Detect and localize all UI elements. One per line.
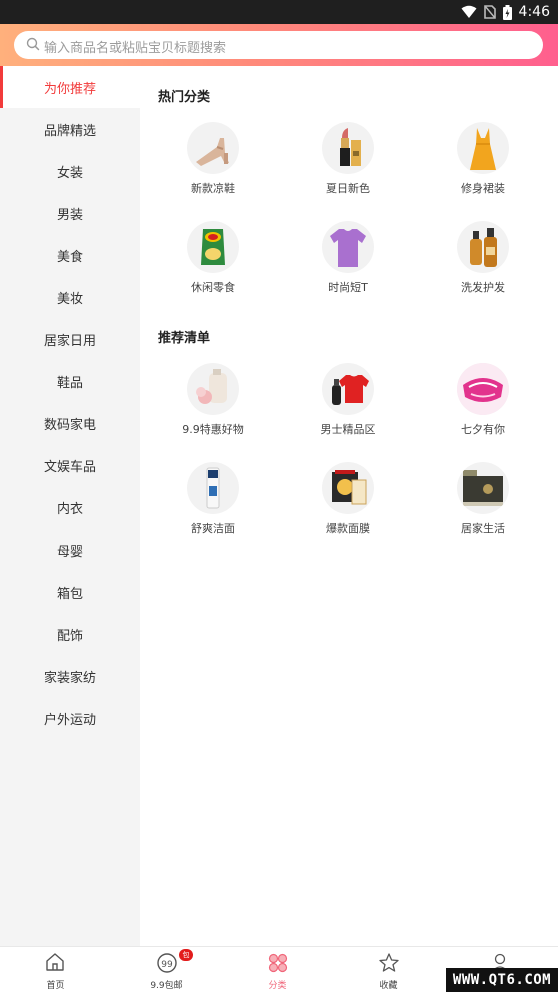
lipstick-icon xyxy=(340,128,361,166)
sidebar-item-entertainment[interactable]: 文娱车品 xyxy=(0,445,140,487)
detergent-icon xyxy=(196,369,227,404)
search-placeholder: 输入商品名或粘贴宝贝标题搜索 xyxy=(44,41,227,56)
sidebar-item-label: 鞋品 xyxy=(56,376,83,392)
category-item-label: 休闲零食 xyxy=(191,281,235,294)
sidebar-item-label: 数码家电 xyxy=(43,418,96,434)
recommend-list-title: 推荐清单 xyxy=(158,331,211,346)
recommend-item-home-living[interactable]: 居家生活 xyxy=(416,462,550,542)
sidebar-item-food[interactable]: 美食 xyxy=(0,234,140,276)
recommend-item-cleanser[interactable]: 舒爽洁面 xyxy=(146,462,280,542)
shampoo-icon xyxy=(470,228,497,267)
category-item-label: 修身裙装 xyxy=(461,182,505,195)
recommend-item-facemask[interactable]: 爆款面膜 xyxy=(281,462,415,542)
category-item-label: 夏日新色 xyxy=(326,182,370,195)
recommend-item-label: 居家生活 xyxy=(461,522,505,535)
watermark: WWW.QT6.COM xyxy=(446,968,558,992)
menswear-icon xyxy=(332,375,369,405)
sidebar-item-brands[interactable]: 品牌精选 xyxy=(0,108,140,150)
category-item-dress[interactable]: 修身裙装 xyxy=(416,122,550,202)
sidebar-item-label: 男装 xyxy=(56,207,83,223)
home-goods-icon xyxy=(463,470,503,506)
tshirt-icon xyxy=(330,229,366,267)
nav-home[interactable]: 首页 xyxy=(0,947,111,992)
category-item-shampoo[interactable]: 洗发护发 xyxy=(416,221,550,301)
sidebar-item-recommended[interactable]: 为你推荐 xyxy=(0,66,140,109)
sidebar-item-label: 文娱车品 xyxy=(43,460,96,476)
category-item-label: 新款凉鞋 xyxy=(191,182,235,195)
chips-icon xyxy=(201,229,225,265)
category-item-label: 时尚短T xyxy=(328,281,368,294)
sidebar-item-label: 内衣 xyxy=(56,502,83,518)
category-item-tshirt[interactable]: 时尚短T xyxy=(281,221,415,301)
facemask-icon xyxy=(332,470,367,505)
category-sidebar: 为你推荐 品牌精选 女装 男装 美食 美妆 居家日用 鞋品 数码家电 文娱车品 … xyxy=(0,66,140,946)
category-item-snacks[interactable]: 休闲零食 xyxy=(146,221,280,301)
sidebar-item-label: 箱包 xyxy=(56,586,83,602)
nav-category[interactable]: 分类 xyxy=(222,947,333,992)
sidebar-item-digital[interactable]: 数码家电 xyxy=(0,403,140,445)
status-bar: 4:46 xyxy=(0,0,558,24)
category-item-label: 洗发护发 xyxy=(461,281,505,294)
nav-label: 首页 xyxy=(46,981,65,991)
sidebar-item-label: 母婴 xyxy=(56,544,83,560)
sidebar-item-label: 配饰 xyxy=(56,628,83,644)
category-item-sandals[interactable]: 新款凉鞋 xyxy=(146,122,280,202)
no-sim-icon xyxy=(483,5,496,19)
sidebar-item-beauty[interactable]: 美妆 xyxy=(0,276,140,318)
recommend-item-menswear[interactable]: 男士精品区 xyxy=(281,363,415,443)
home-icon xyxy=(46,953,64,971)
sidebar-item-womens[interactable]: 女装 xyxy=(0,150,140,192)
status-icons: 4:46 xyxy=(461,0,550,24)
nav-label: 分类 xyxy=(268,981,287,991)
recommend-item-label: 七夕有你 xyxy=(461,423,505,436)
sidebar-item-underwear[interactable]: 内衣 xyxy=(0,487,140,529)
sidebar-item-label: 美妆 xyxy=(56,292,83,308)
sidebar-item-label: 品牌精选 xyxy=(43,123,96,139)
recommend-item-label: 9.9特惠好物 xyxy=(182,423,244,436)
cleanser-icon xyxy=(206,467,220,509)
sidebar-item-household[interactable]: 居家日用 xyxy=(0,319,140,361)
sidebar-item-label: 美食 xyxy=(56,249,83,265)
search-icon xyxy=(26,37,40,51)
sidebar-item-accessories[interactable]: 配饰 xyxy=(0,613,140,655)
recommend-item-bargains[interactable]: 9.9特惠好物 xyxy=(146,363,280,443)
sidebar-item-shoes[interactable]: 鞋品 xyxy=(0,361,140,403)
hot-categories-title: 热门分类 xyxy=(158,90,211,105)
sidebar-item-outdoor[interactable]: 户外运动 xyxy=(0,697,140,739)
search-header: 输入商品名或粘贴宝贝标题搜索 xyxy=(0,24,558,66)
free-shipping-icon: 99 xyxy=(157,953,177,973)
sidebar-item-label: 家装家纺 xyxy=(43,670,96,686)
sidebar-item-mens[interactable]: 男装 xyxy=(0,192,140,234)
sidebar-item-label: 户外运动 xyxy=(43,712,96,728)
recommend-item-qixi[interactable]: 七夕有你 xyxy=(416,363,550,443)
sidebar-item-label: 居家日用 xyxy=(43,334,96,350)
sidebar-item-bags[interactable]: 箱包 xyxy=(0,571,140,613)
recommend-item-label: 爆款面膜 xyxy=(326,522,370,535)
star-icon xyxy=(379,953,399,972)
sidebar-item-label: 为你推荐 xyxy=(43,81,96,97)
nav-label: 9.9包邮 xyxy=(150,981,183,991)
status-time: 4:46 xyxy=(518,4,550,20)
category-icon xyxy=(268,953,288,973)
category-item-lipstick[interactable]: 夏日新色 xyxy=(281,122,415,202)
qixi-icon xyxy=(457,363,509,415)
nav-free-shipping[interactable]: 99 包 9.9包邮 xyxy=(111,947,222,992)
svg-text:99: 99 xyxy=(161,960,173,970)
sidebar-item-label: 女装 xyxy=(56,165,83,181)
nav-favorites[interactable]: 收藏 xyxy=(333,947,444,992)
sandal-icon xyxy=(196,138,229,166)
nav-label: 收藏 xyxy=(379,981,398,991)
recommend-item-label: 舒爽洁面 xyxy=(191,522,235,535)
sidebar-item-home-textiles[interactable]: 家装家纺 xyxy=(0,655,140,697)
wifi-icon xyxy=(461,5,477,18)
search-input[interactable]: 输入商品名或粘贴宝贝标题搜索 xyxy=(14,31,543,59)
dress-icon xyxy=(470,128,496,170)
battery-icon xyxy=(502,4,512,20)
sidebar-item-baby[interactable]: 母婴 xyxy=(0,529,140,571)
recommend-item-label: 男士精品区 xyxy=(320,423,376,436)
notification-badge: 包 xyxy=(179,949,193,961)
